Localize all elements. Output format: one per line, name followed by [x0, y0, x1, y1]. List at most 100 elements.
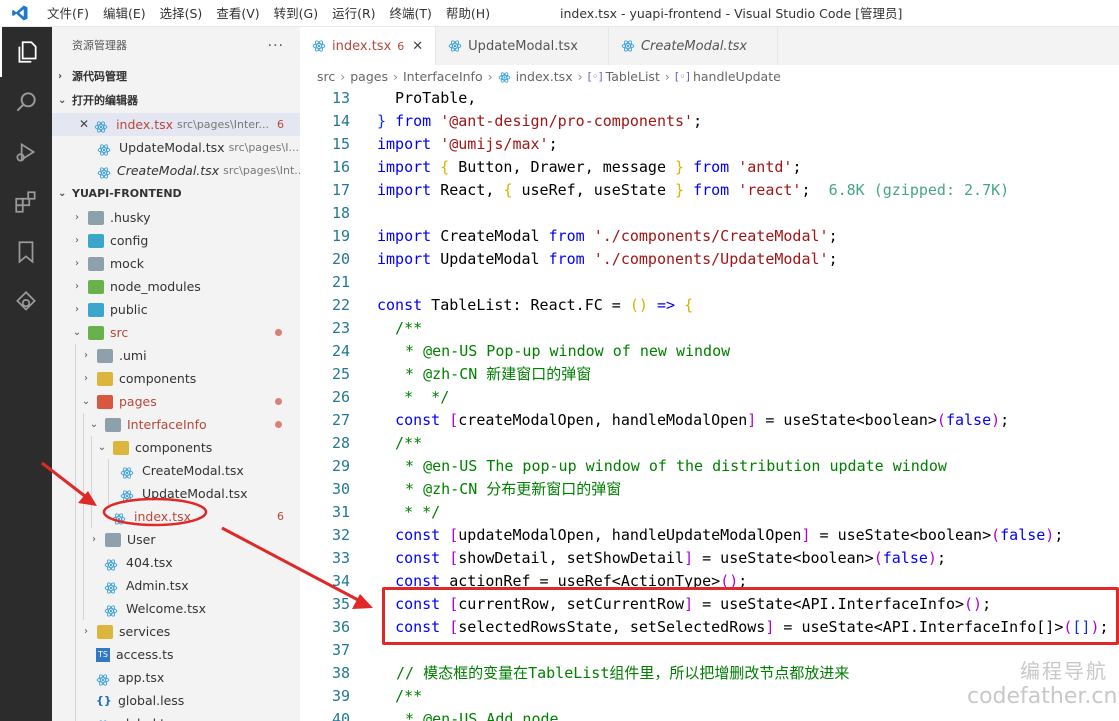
section-label: 源代码管理	[72, 70, 127, 83]
menu-view[interactable]: 查看(V)	[209, 0, 266, 27]
modified-dot-icon	[275, 421, 282, 428]
tree-item-husky[interactable]: › .husky	[52, 206, 300, 229]
line-number: 37	[331, 641, 350, 659]
tree-item-welcome[interactable]: Welcome.tsx	[52, 597, 300, 620]
tree-label: public	[110, 302, 148, 317]
code-line: import { Button, Drawer, message } from …	[377, 158, 802, 176]
tree-item-global-less[interactable]: {} global.less	[52, 689, 300, 712]
search-icon[interactable]	[0, 77, 52, 127]
code-line: import UpdateModal from './components/Up…	[377, 250, 838, 268]
line-number: 38	[331, 664, 350, 682]
close-icon[interactable]: ✕	[412, 39, 423, 54]
bookmark-icon[interactable]	[0, 227, 52, 277]
tree-item-app[interactable]: app.tsx	[52, 666, 300, 689]
breadcrumb-item[interactable]: InterfaceInfo	[403, 65, 483, 89]
open-editor-item[interactable]: CreateModal.tsx src\pages\Int...	[52, 159, 300, 182]
tree-item-mock[interactable]: › mock	[52, 252, 300, 275]
problem-count-badge: 6	[397, 39, 405, 53]
chevron-right-icon: ›	[75, 304, 79, 315]
code-line: * @en-US The pop-up window of the distri…	[396, 457, 947, 475]
menu-help[interactable]: 帮助(H)	[439, 0, 497, 27]
menu-edit[interactable]: 编辑(E)	[96, 0, 153, 27]
line-number: 33	[331, 549, 350, 567]
folder-icon	[97, 624, 113, 639]
highlight-box	[382, 587, 1119, 645]
open-editors-section[interactable]: ⌄ 打开的编辑器	[52, 89, 300, 113]
tree-label: components	[135, 440, 213, 455]
menu-go[interactable]: 转到(G)	[267, 0, 325, 27]
tree-item-interfaceinfo[interactable]: ⌄ InterfaceInfo	[52, 413, 300, 436]
line-number: 30	[331, 480, 350, 498]
folder-icon	[97, 371, 113, 386]
tree-label: app.tsx	[118, 670, 165, 685]
tree-item-config[interactable]: › config	[52, 229, 300, 252]
line-number: 23	[331, 319, 350, 337]
tree-item-components-sub[interactable]: ⌄ components	[52, 436, 300, 459]
extensions-icon[interactable]	[0, 177, 52, 227]
react-file-icon	[104, 602, 120, 617]
menu-run[interactable]: 运行(R)	[325, 0, 382, 27]
tab-updatemodal[interactable]: UpdateModal.tsx	[436, 27, 609, 65]
tree-item-src[interactable]: ⌄ src	[52, 321, 300, 344]
breadcrumb-item[interactable]: handleUpdate	[693, 65, 781, 89]
tree-label: .husky	[110, 210, 151, 225]
git-graph-icon[interactable]	[0, 277, 52, 327]
line-number: 19	[331, 227, 350, 245]
vscode-logo-icon[interactable]	[0, 0, 40, 27]
tree-item-user[interactable]: › User	[52, 528, 300, 551]
chevron-right-icon: ›	[92, 534, 96, 545]
breadcrumb-item[interactable]: TableList	[606, 65, 660, 89]
tree-item-404[interactable]: 404.tsx	[52, 551, 300, 574]
react-file-icon	[104, 556, 120, 571]
tab-createmodal[interactable]: CreateModal.tsx	[609, 27, 779, 65]
tree-item-admin[interactable]: Admin.tsx	[52, 574, 300, 597]
code-line: const [createModalOpen, handleModalOpen]…	[395, 411, 1010, 429]
tree-item-access[interactable]: TS access.ts	[52, 643, 300, 666]
chevron-down-icon: ⌄	[97, 442, 107, 453]
tree-item-updatemodal[interactable]: UpdateModal.tsx	[52, 482, 300, 505]
more-actions-icon[interactable]: ···	[268, 27, 284, 65]
tree-item-createmodal[interactable]: CreateModal.tsx	[52, 459, 300, 482]
tree-item-components[interactable]: › components	[52, 367, 300, 390]
folder-icon	[88, 233, 104, 248]
close-icon[interactable]: ✕	[79, 113, 89, 136]
folder-icon	[105, 532, 121, 547]
line-number: 13	[331, 89, 350, 107]
tree-item-node-modules[interactable]: › node_modules	[52, 275, 300, 298]
open-editor-item[interactable]: UpdateModal.tsx src\pages\I...	[52, 136, 300, 159]
menu-terminal[interactable]: 终端(T)	[383, 0, 439, 27]
tab-label: CreateModal.tsx	[640, 38, 748, 54]
tree-item-public[interactable]: › public	[52, 298, 300, 321]
tree-label: services	[119, 624, 171, 639]
project-section[interactable]: ⌄ YUAPI-FRONTEND	[52, 182, 300, 206]
breadcrumb-item[interactable]: pages	[350, 65, 388, 89]
file-path: src\pages\I...	[228, 141, 299, 154]
explorer-icon[interactable]	[0, 27, 52, 77]
breadcrumb-item[interactable]: src	[317, 65, 335, 89]
run-debug-icon[interactable]	[0, 127, 52, 177]
chevron-right-icon: ›	[75, 258, 79, 269]
code-line: // 模态框的变量在TableList组件里，所以把增删改节点都放进来	[396, 664, 850, 682]
tree-item-services[interactable]: › services	[52, 620, 300, 643]
code-line: * */	[377, 388, 450, 406]
open-editor-item[interactable]: ✕ index.tsx src\pages\Inter... 6	[52, 113, 300, 136]
tree-item-pages[interactable]: ⌄ pages	[52, 390, 300, 413]
menu-file[interactable]: 文件(F)	[40, 0, 96, 27]
menu-selection[interactable]: 选择(S)	[153, 0, 210, 27]
line-number: 22	[331, 296, 350, 314]
line-number: 36	[331, 618, 350, 636]
tree-item-global-tsx[interactable]: global.tsx	[52, 712, 300, 721]
chevron-right-icon: ›	[84, 373, 88, 384]
code-line: * @en-US Add node	[396, 710, 559, 721]
tab-label: index.tsx	[332, 38, 392, 54]
file-path: src\pages\Inter...	[177, 118, 270, 131]
chevron-right-icon: ›	[664, 69, 670, 84]
tree-item-umi[interactable]: › .umi	[52, 344, 300, 367]
tree-label: components	[119, 371, 197, 386]
source-control-section[interactable]: › 源代码管理	[52, 65, 300, 89]
tree-item-index[interactable]: index.tsx 6	[52, 505, 300, 528]
tab-index[interactable]: index.tsx 6 ✕	[300, 27, 437, 65]
folder-icon	[88, 210, 104, 225]
section-label: 打开的编辑器	[72, 94, 138, 107]
breadcrumb-item[interactable]: index.tsx	[516, 65, 573, 89]
